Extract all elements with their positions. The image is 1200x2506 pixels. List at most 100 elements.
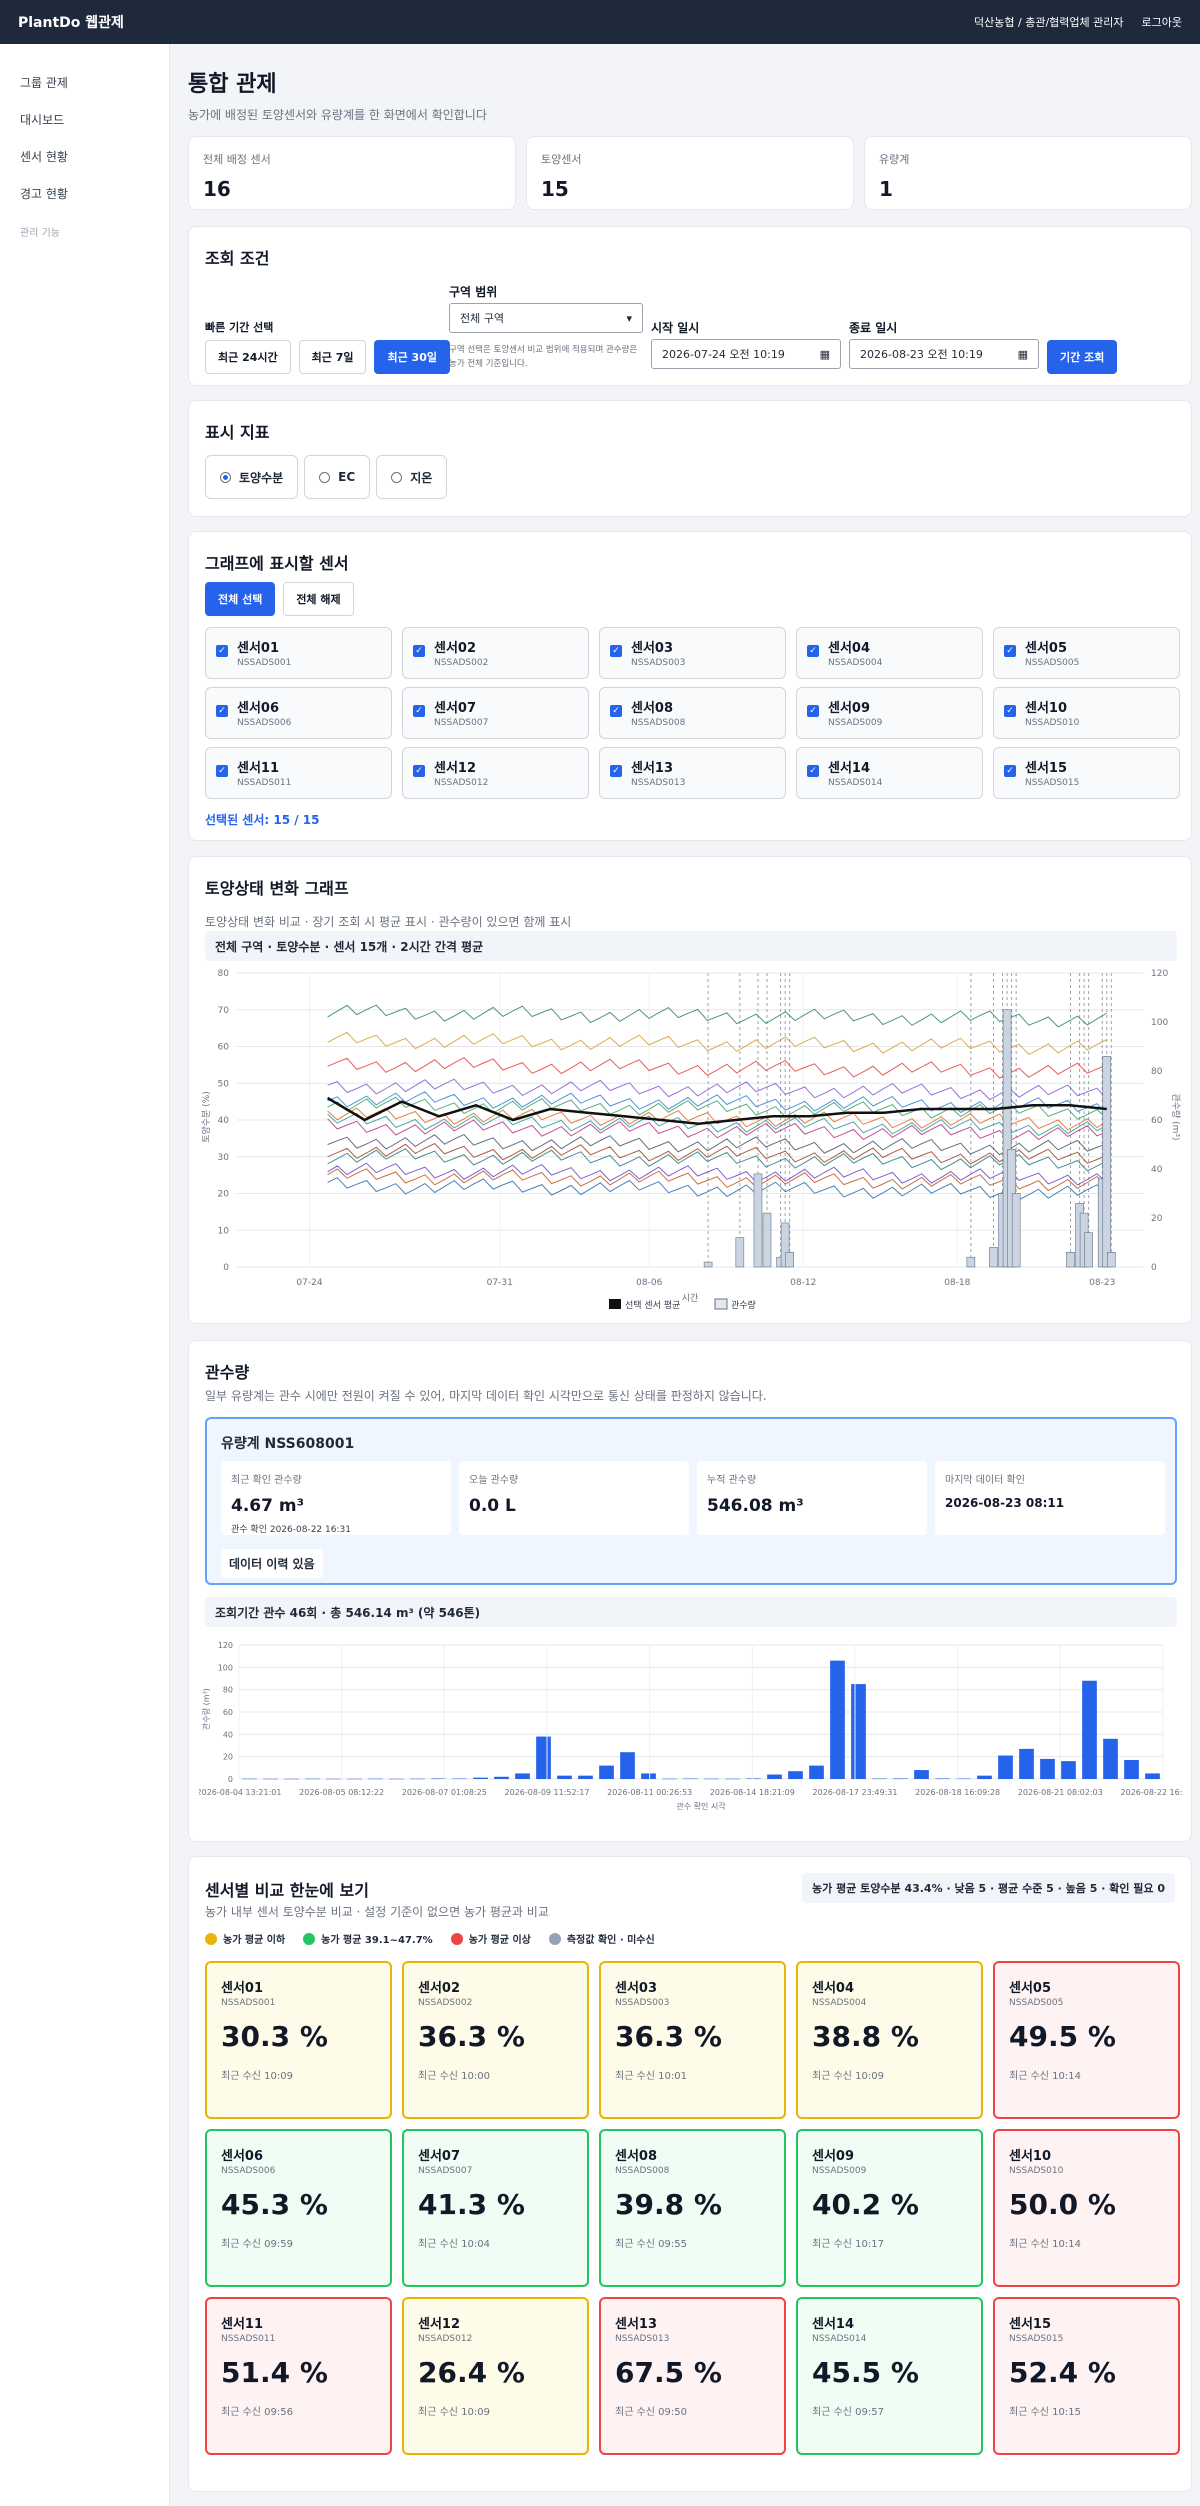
compare-sensor-time: 최근 수신 10:04 [418,2239,490,2250]
dot-icon [548,1932,561,1945]
sensor-code: NSSADS007 [434,718,489,728]
sensor-checkbox-item[interactable]: ✓ 센서02 NSSADS002 [402,627,589,679]
sensor-checkbox-item[interactable]: ✓ 센서12 NSSADS012 [402,747,589,799]
sensor-name: 센서04 [828,641,871,656]
checkbox-checked-icon[interactable]: ✓ [610,645,622,657]
compare-sensor-time: 최근 수신 10:00 [418,2071,490,2082]
sensor-compare-card[interactable]: 센서05 NSSADS005 49.5 % 최근 수신 10:14 [993,1961,1180,2119]
sensor-checkbox-item[interactable]: ✓ 센서08 NSSADS008 [599,687,786,739]
checkbox-checked-icon[interactable]: ✓ [216,645,228,657]
irrigation-bar [641,1773,656,1779]
checkbox-checked-icon[interactable]: ✓ [610,705,622,717]
sensor-checkbox-item[interactable]: ✓ 센서13 NSSADS013 [599,747,786,799]
calendar-icon[interactable]: ▦ [1018,348,1028,361]
y-tick-label: 20 [218,1190,230,1200]
sensor-checkbox-item[interactable]: ✓ 센서07 NSSADS007 [402,687,589,739]
clear-all-button[interactable]: 전체 해제 [283,582,354,616]
quick-7d-button[interactable]: 최근 7일 [298,340,367,374]
sensor-compare-card[interactable]: 센서04 NSSADS004 38.8 % 최근 수신 10:09 [796,1961,983,2119]
compare-sensor-code: NSSADS014 [812,2334,867,2344]
checkbox-checked-icon[interactable]: ✓ [807,765,819,777]
sensor-checkbox-item[interactable]: ✓ 센서06 NSSADS006 [205,687,392,739]
checkbox-checked-icon[interactable]: ✓ [1004,765,1016,777]
checkbox-checked-icon[interactable]: ✓ [1004,705,1016,717]
sensor-checkbox-item[interactable]: ✓ 센서03 NSSADS003 [599,627,786,679]
quick-24h-button[interactable]: 최근 24시간 [205,340,291,374]
compare-sensor-name: 센서12 [418,2317,461,2332]
sensor-compare-card[interactable]: 센서01 NSSADS001 30.3 % 최근 수신 10:09 [205,1961,392,2119]
sensor-checkbox-item[interactable]: ✓ 센서01 NSSADS001 [205,627,392,679]
y2-tick-label: 20 [1151,1214,1163,1224]
checkbox-checked-icon[interactable]: ✓ [807,705,819,717]
sensor-compare-card[interactable]: 센서09 NSSADS009 40.2 % 최근 수신 10:17 [796,2129,983,2287]
sensor-compare-card[interactable]: 센서02 NSSADS002 36.3 % 최근 수신 10:00 [402,1961,589,2119]
start-datetime-input[interactable]: 2026-07-24 오전 10:19 ▦ [651,339,841,369]
flow-card-last-value: 2026-08-23 08:11 [945,1496,1065,1510]
sensor-compare-card[interactable]: 센서15 NSSADS015 52.4 % 최근 수신 10:15 [993,2297,1180,2455]
sensor-checkbox-item[interactable]: ✓ 센서05 NSSADS005 [993,627,1180,679]
brand-logo[interactable]: PlantDo 웹관제 [18,12,124,32]
compare-sensor-code: NSSADS002 [418,1998,473,2008]
period-search-button[interactable]: 기간 조회 [1047,340,1118,374]
checkbox-checked-icon[interactable]: ✓ [216,765,228,777]
sensor-checkbox-item[interactable]: ✓ 센서14 NSSADS014 [796,747,983,799]
irrigation-bar [452,1778,467,1780]
sensor-checkbox-item[interactable]: ✓ 센서04 NSSADS004 [796,627,983,679]
checkbox-checked-icon[interactable]: ✓ [807,645,819,657]
checkbox-checked-icon[interactable]: ✓ [413,765,425,777]
end-datetime-input[interactable]: 2026-08-23 오전 10:19 ▦ [849,339,1039,369]
sensor-compare-card[interactable]: 센서13 NSSADS013 67.5 % 최근 수신 09:50 [599,2297,786,2455]
checkbox-checked-icon[interactable]: ✓ [610,765,622,777]
sensor-compare-card[interactable]: 센서14 NSSADS014 45.5 % 최근 수신 09:57 [796,2297,983,2455]
metric-radio-temp[interactable]: 지온 [376,455,448,499]
sensor-code: NSSADS012 [434,778,489,788]
y2-tick-label: 120 [1151,969,1168,979]
sidebar-sub-admin[interactable]: 관리 기능 [0,212,169,251]
sensor-compare-card[interactable]: 센서06 NSSADS006 45.3 % 최근 수신 09:59 [205,2129,392,2287]
checkbox-checked-icon[interactable]: ✓ [216,705,228,717]
logout-link[interactable]: 로그아웃 [1142,14,1182,30]
sensor-compare-card[interactable]: 센서10 NSSADS010 50.0 % 최근 수신 10:14 [993,2129,1180,2287]
irrigation-bar [851,1684,866,1779]
end-datetime-value: 2026-08-23 오전 10:19 [860,348,983,361]
stat-total: 전체 배정 센서 16 [188,136,516,210]
y2-tick-label: 0 [1151,1263,1157,1273]
sidebar-item-group[interactable]: 그룹 관제 [0,64,169,101]
sensor-compare-card[interactable]: 센서11 NSSADS011 51.4 % 최근 수신 09:56 [205,2297,392,2455]
compare-sensor-value: 38.8 % [812,2020,919,2053]
compare-sensor-value: 41.3 % [418,2188,525,2221]
main-content: 통합 관제 농가에 배정된 토양센서와 유량계를 한 화면에서 확인합니다 전체… [188,44,1192,2492]
compare-sensor-name: 센서06 [221,2149,264,2164]
sensor-checkbox-item[interactable]: ✓ 센서15 NSSADS015 [993,747,1180,799]
sensor-compare-card[interactable]: 센서12 NSSADS012 26.4 % 최근 수신 10:09 [402,2297,589,2455]
metric-radio-ec[interactable]: EC [304,455,371,499]
sensor-compare-card[interactable]: 센서07 NSSADS007 41.3 % 최근 수신 10:04 [402,2129,589,2287]
calendar-icon[interactable]: ▦ [820,348,830,361]
irrigation-bar [785,1251,794,1268]
metric-radio-moisture[interactable]: 토양수분 [205,455,299,499]
start-datetime-value: 2026-07-24 오전 10:19 [662,348,785,361]
sidebar-item-sensors[interactable]: 센서 현황 [0,138,169,175]
select-all-button[interactable]: 전체 선택 [205,582,276,616]
sensor-compare-card[interactable]: 센서08 NSSADS008 39.8 % 최근 수신 09:55 [599,2129,786,2287]
quick-30d-button[interactable]: 최근 30일 [374,340,450,374]
sidebar-item-alerts[interactable]: 경고 현황 [0,175,169,212]
irrigation-bar [284,1778,299,1780]
sensor-checkbox-item[interactable]: ✓ 센서11 NSSADS011 [205,747,392,799]
checkbox-checked-icon[interactable]: ✓ [413,705,425,717]
irrigation-chart[interactable]: 0 20 40 60 80 100 120 2026-08-04 13:21:01 2026-0… [199,1639,1183,1837]
sensor-checkbox-item[interactable]: ✓ 센서09 NSSADS009 [796,687,983,739]
compare-sensor-name: 센서04 [812,1981,855,1996]
sidebar-item-dashboard[interactable]: 대시보드 [0,101,169,138]
sensor-compare-card[interactable]: 센서03 NSSADS003 36.3 % 최근 수신 10:01 [599,1961,786,2119]
checkbox-checked-icon[interactable]: ✓ [1004,645,1016,657]
x-tick-label: 2026-08-07 01:08:25 [402,1788,487,1797]
query-title: 조회 조건 [205,249,270,268]
sensor-name: 센서09 [828,701,871,716]
sensor-series-line [327,1112,1108,1137]
zone-select[interactable]: 전체 구역 ▾ [449,303,643,333]
checkbox-checked-icon[interactable]: ✓ [413,645,425,657]
sensor-checkbox-item[interactable]: ✓ 센서10 NSSADS010 [993,687,1180,739]
legend-unknown: 측정값 확인 · 미수신 [548,1931,655,1946]
soil-chart[interactable]: 0 10 20 30 40 50 60 70 80 0 20 40 60 80 100 120 07-24 07-… [199,967,1183,1319]
